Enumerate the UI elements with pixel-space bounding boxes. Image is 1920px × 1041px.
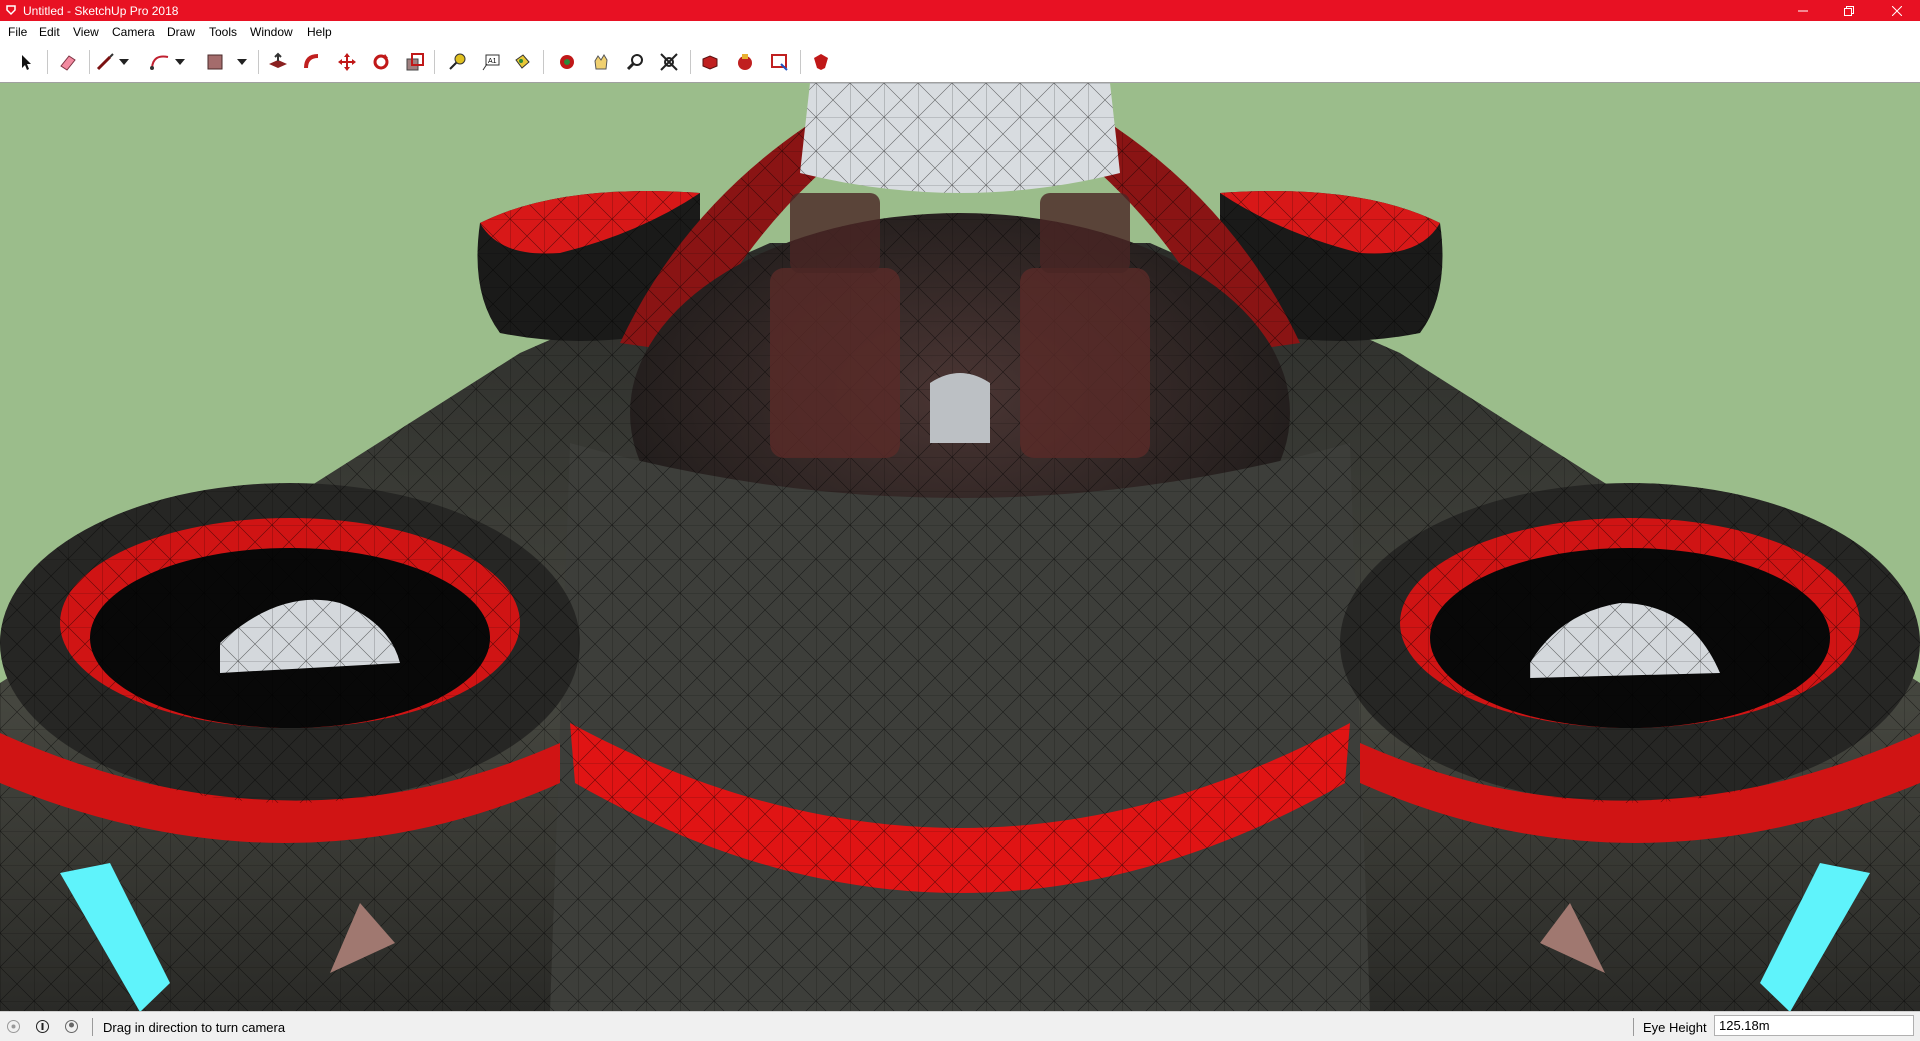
status-message: Drag in direction to turn camera [103,1020,286,1035]
eraser-icon [60,55,76,71]
window-title: Untitled - SketchUp Pro 2018 [23,4,179,18]
tape-measure-tool-button[interactable] [445,50,469,74]
layout-button[interactable] [767,50,791,74]
toolbar-separator [800,50,801,74]
3d-warehouse-icon [702,55,718,70]
line-icon [96,53,114,71]
status-separator [92,1018,93,1036]
title-bar: Untitled - SketchUp Pro 2018 [0,0,1920,21]
menu-camera[interactable]: Camera [112,25,155,39]
zoom-icon [626,54,643,71]
zoom-extents-icon [660,53,678,71]
3d-warehouse-button[interactable] [698,50,722,74]
follow-me-icon [304,54,319,69]
move-tool-button[interactable] [335,50,359,74]
status-separator [1633,1018,1634,1036]
menu-view[interactable]: View [73,25,99,39]
close-icon [1892,5,1902,16]
menu-bar: File Edit View Camera Draw Tools Window … [0,21,1920,42]
paint-bucket-icon [515,54,530,69]
follow-me-tool-button[interactable] [300,50,324,74]
scale-icon [406,53,424,71]
toolbar-separator [89,50,90,74]
paint-bucket-tool-button[interactable] [510,50,534,74]
menu-tools[interactable]: Tools [209,25,237,39]
toolbar-separator [47,50,48,74]
menu-help[interactable]: Help [307,25,332,39]
zoom-tool-button[interactable] [623,50,647,74]
eraser-tool-button[interactable] [56,50,80,74]
move-icon [338,53,356,71]
menu-window[interactable]: Window [250,25,293,39]
toolbar-separator [258,50,259,74]
menu-edit[interactable]: Edit [39,25,60,39]
measurements-input[interactable] [1714,1015,1914,1036]
toolbar-separator [434,50,435,74]
select-tool-button[interactable] [14,50,38,74]
arc-icon [150,55,169,70]
svg-text:A1: A1 [488,58,497,65]
dropdown-arrow-icon [175,59,185,65]
extension-manager-button[interactable] [809,50,833,74]
status-bar: Drag in direction to turn camera Eye Hei… [0,1011,1920,1041]
push-pull-icon [269,52,287,68]
orbit-tool-button[interactable] [555,50,579,74]
minimize-icon [1798,10,1808,11]
rectangle-icon [207,54,223,70]
rectangle-tool-button[interactable] [203,50,227,74]
credits-icon[interactable] [35,1019,50,1034]
hovercar-model-render [0,83,1920,1012]
scale-tool-button[interactable] [403,50,427,74]
sketchup-logo-icon [6,5,16,16]
model-viewport[interactable] [0,82,1920,1012]
main-toolbar: A1 [0,42,1920,83]
restore-icon [1844,5,1854,16]
rotate-tool-button[interactable] [369,50,393,74]
extension-manager-icon [814,54,828,70]
select-icon [22,55,31,70]
menu-file[interactable]: File [8,25,27,39]
rotate-icon [373,54,389,70]
orbit-icon [560,55,574,69]
arc-dropdown-button[interactable] [174,50,186,74]
layout-icon [771,54,788,71]
shape-dropdown-button[interactable] [236,50,248,74]
dropdown-arrow-icon [119,59,129,65]
zoom-extents-tool-button[interactable] [657,50,681,74]
text-tool-button[interactable]: A1 [479,50,503,74]
pan-tool-button[interactable] [589,50,613,74]
restore-button[interactable] [1826,0,1872,21]
vcb-label: Eye Height [1643,1020,1707,1035]
minimize-button[interactable] [1780,0,1826,21]
tape-measure-icon [449,53,466,70]
toolbar-separator [543,50,544,74]
extension-warehouse-button[interactable] [733,50,757,74]
arc-tool-button[interactable] [148,50,172,74]
dropdown-arrow-icon [237,59,247,65]
close-button[interactable] [1874,0,1920,21]
menu-draw[interactable]: Draw [167,25,195,39]
pan-icon [594,54,608,70]
line-dropdown-button[interactable] [118,50,130,74]
push-pull-tool-button[interactable] [266,50,290,74]
toolbar-separator [690,50,691,74]
sign-in-icon[interactable] [64,1019,79,1034]
text-icon: A1 [482,54,500,71]
geo-location-icon[interactable] [6,1019,21,1034]
line-tool-button[interactable] [93,50,117,74]
extension-warehouse-icon [738,54,752,70]
